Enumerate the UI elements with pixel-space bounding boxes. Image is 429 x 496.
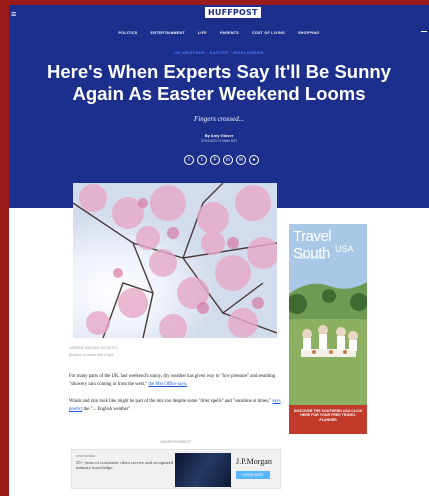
banner-ad[interactable]: SPONSORED 25+ years of consistent client… xyxy=(71,449,281,489)
paragraph-text: the "... English weather". xyxy=(82,407,132,412)
nav-item-life[interactable]: LIFE xyxy=(198,31,207,35)
side-ad-tagline: Life At Its Fullest xyxy=(299,256,326,260)
menu-icon[interactable]: ≡ xyxy=(11,10,16,19)
side-ad-cta[interactable]: DISCOVER THE SOUTHERN USA CLICK HERE FOR… xyxy=(293,409,363,422)
ad-cta-button[interactable]: LEARN MORE xyxy=(236,471,270,479)
linkedin-icon[interactable]: in xyxy=(223,155,233,165)
image-caption: Blossom in cherry tree in April xyxy=(69,353,114,357)
main-nav: POLITICS ENTERTAINMENT LIFE PARENTS COST… xyxy=(9,31,429,35)
ad-sponsor-label: SPONSORED xyxy=(76,454,96,458)
nav-item-entertainment[interactable]: ENTERTAINMENT xyxy=(151,31,185,35)
site-logo[interactable]: HUFFPOST xyxy=(205,7,261,18)
nav-item-cost-of-living[interactable]: COST OF LIVING xyxy=(252,31,285,35)
nav-item-politics[interactable]: POLITICS xyxy=(119,31,138,35)
paragraph-text: might be part of the mix too despite som… xyxy=(117,399,273,404)
article-headline: Here's When Experts Say It'll Be Sunny A… xyxy=(47,61,391,104)
paragraph-text: Winds and rain look like xyxy=(69,399,118,404)
dateline: 07/04/2023 07:00am BST xyxy=(200,139,238,143)
flipboard-icon[interactable]: F xyxy=(210,155,220,165)
copy-link-icon[interactable]: ● xyxy=(249,155,259,165)
nav-item-parents[interactable]: PARENTS xyxy=(220,31,239,35)
side-ad-cta-panel[interactable]: DISCOVER THE SOUTHERN USA CLICK HERE FOR… xyxy=(289,405,367,434)
advertisement-label: ADVERTISEMENT xyxy=(160,440,192,444)
page: ≡ HUFFPOST POLITICS ENTERTAINMENT LIFE P… xyxy=(9,5,429,496)
article-subhead: Fingers crossed... xyxy=(194,115,244,123)
cherry-blossom-photo xyxy=(73,183,277,338)
side-ad[interactable]: Travel South USA Life At Its Fullest DIS… xyxy=(289,224,367,434)
email-icon[interactable]: ✉ xyxy=(236,155,246,165)
facebook-icon[interactable]: f xyxy=(184,155,194,165)
nav-item-shopping[interactable]: SHOPPING xyxy=(298,31,319,35)
side-ad-usa: USA xyxy=(335,244,354,254)
article-hero: ≡ HUFFPOST POLITICS ENTERTAINMENT LIFE P… xyxy=(9,5,429,208)
image-credit: GEORGE WALKER VIA GETTY xyxy=(69,346,118,350)
met-office-link[interactable]: the Met Office says. xyxy=(148,382,187,387)
article-tags[interactable]: UK WEATHER · EASTER · WORLDNEWS xyxy=(9,50,429,55)
article-paragraph-1: For many parts of the UK, last weekend's… xyxy=(69,373,283,389)
ad-brand: J.P.Morgan xyxy=(236,457,272,466)
lead-image xyxy=(73,183,277,338)
share-bar: f t F in ✉ ● xyxy=(184,155,259,165)
twitter-icon[interactable]: t xyxy=(197,155,207,165)
article-paragraph-2: Winds and rain look like might be part o… xyxy=(69,398,283,414)
byline[interactable]: By Amy Glover xyxy=(9,133,429,138)
ad-image xyxy=(175,453,231,487)
ad-copy: 25+ years of consistent client service a… xyxy=(76,460,174,471)
